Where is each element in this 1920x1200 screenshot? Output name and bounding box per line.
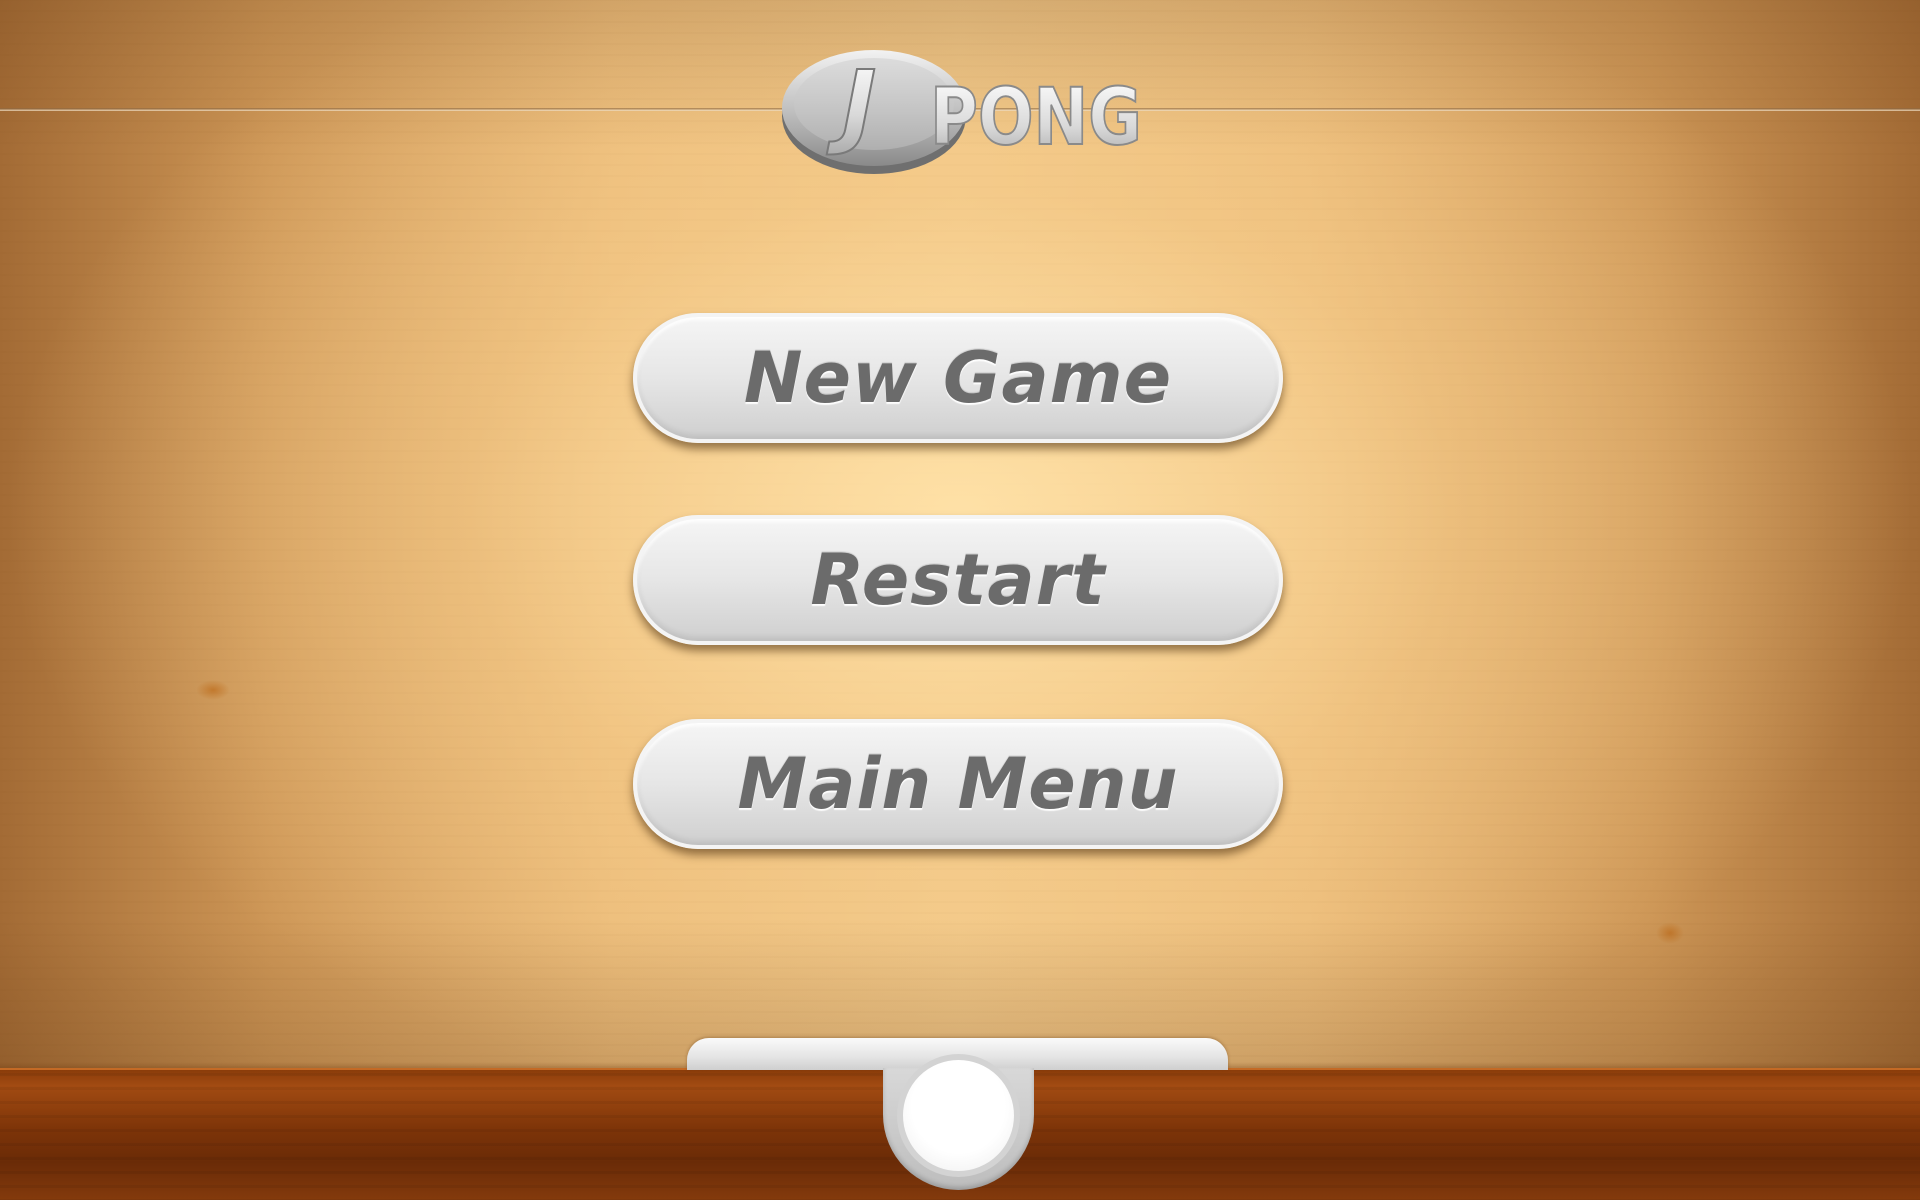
- logo-wordmark: PONG: [930, 73, 1142, 163]
- wood-knot: [196, 680, 230, 700]
- restart-button[interactable]: Restart: [633, 515, 1283, 645]
- main-menu-button[interactable]: Main Menu: [633, 719, 1283, 849]
- restart-label: Restart: [810, 539, 1106, 621]
- wood-knot: [1656, 922, 1684, 944]
- main-menu-label: Main Menu: [737, 743, 1179, 825]
- jpong-logo: J PONG: [778, 44, 1146, 178]
- new-game-button[interactable]: New Game: [633, 313, 1283, 443]
- puck-circle-button[interactable]: [897, 1054, 1020, 1177]
- new-game-label: New Game: [743, 337, 1173, 419]
